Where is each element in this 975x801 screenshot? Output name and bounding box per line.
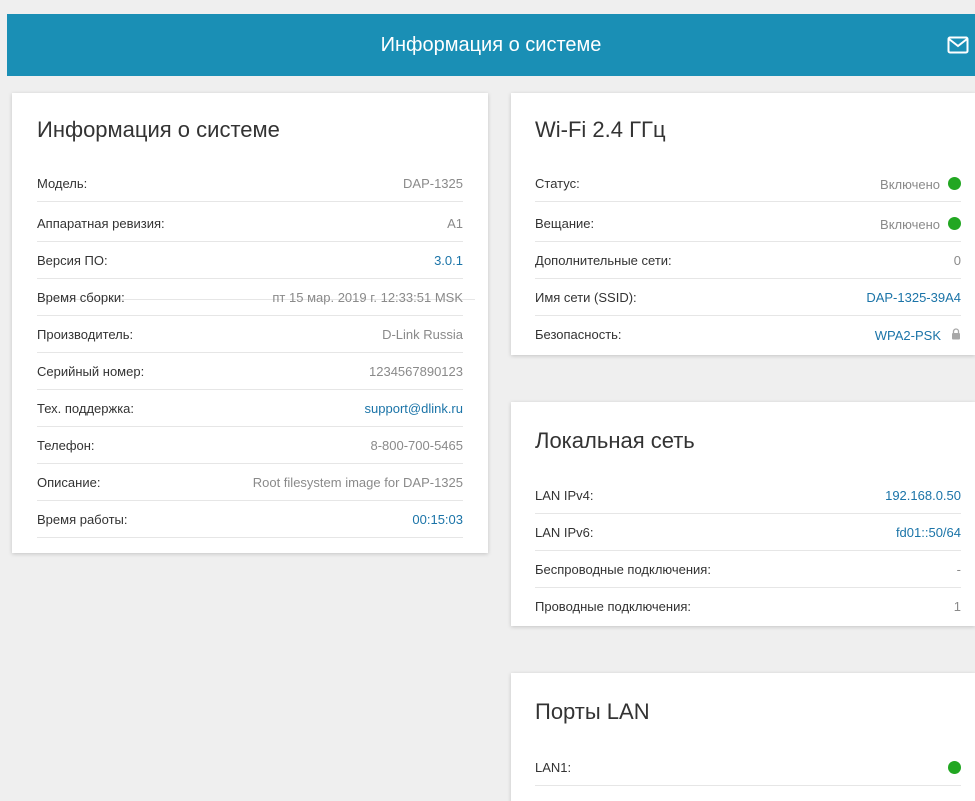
wifi-row-broadcast: Вещание: Включено bbox=[535, 206, 961, 242]
lan-row-ipv4: LAN IPv4: 192.168.0.50 bbox=[535, 478, 961, 514]
wifi-label-ssid: Имя сети (SSID): bbox=[535, 290, 637, 305]
info-value-serial: 1234567890123 bbox=[369, 364, 463, 379]
info-label-vendor: Производитель: bbox=[37, 327, 134, 342]
wifi-status-text: Включено bbox=[880, 176, 940, 192]
wifi-label-broadcast: Вещание: bbox=[535, 216, 595, 231]
wifi-label-status: Статус: bbox=[535, 176, 580, 191]
port-lan1-indicator bbox=[948, 761, 961, 775]
wifi-label-security: Безопасность: bbox=[535, 327, 622, 342]
lan-label-ipv4: LAN IPv4: bbox=[535, 488, 594, 503]
header-bar: Информация о системе bbox=[7, 14, 975, 76]
lan-label-wired: Проводные подключения: bbox=[535, 599, 692, 614]
lan-value-wireless: - bbox=[956, 562, 961, 577]
wifi-value-status: Включено bbox=[880, 166, 961, 203]
support-email-link[interactable]: support@dlink.ru bbox=[365, 391, 463, 427]
port-label-lan1: LAN1: bbox=[535, 760, 572, 775]
info-row-hw-revision: Аппаратная ревизия: A1 bbox=[37, 206, 463, 242]
lan-label-ipv6: LAN IPv6: bbox=[535, 525, 594, 540]
page-title: Информация о системе bbox=[380, 34, 602, 56]
fw-version-link[interactable]: 3.0.1 bbox=[434, 243, 463, 279]
wifi-value-extra-networks: 0 bbox=[953, 253, 961, 268]
wifi-title: Wi-Fi 2.4 ГГц bbox=[535, 117, 666, 142]
wifi-row-security: Безопасность: WPA2-PSK bbox=[535, 317, 961, 353]
wifi-row-status: Статус: Включено bbox=[535, 166, 961, 202]
info-row-build-time: Время сборки: пт 15 мар. 2019 г. 12:33:5… bbox=[37, 280, 463, 316]
info-row-model: Модель: DAP-1325 bbox=[37, 166, 463, 202]
info-label-support: Тех. поддержка: bbox=[37, 401, 135, 416]
lan-row-wireless: Беспроводные подключения: - bbox=[535, 552, 961, 588]
system-info-page: Информация о системе Информация о систем… bbox=[0, 0, 975, 801]
info-value-hw-revision: A1 bbox=[447, 216, 463, 231]
wifi-broadcast-text: Включено bbox=[880, 216, 940, 232]
security-link[interactable]: WPA2-PSK bbox=[875, 318, 941, 354]
wifi-status-indicator bbox=[948, 177, 961, 191]
info-label-uptime: Время работы: bbox=[37, 512, 128, 527]
info-label-phone: Телефон: bbox=[37, 438, 95, 453]
ports-title: Порты LAN bbox=[535, 699, 650, 724]
info-row-uptime: Время работы: 00:15:03 bbox=[37, 502, 463, 538]
info-row-description: Описание: Root filesystem image for DAP-… bbox=[37, 465, 463, 501]
lan-row-wired: Проводные подключения: 1 bbox=[535, 589, 961, 625]
info-value-phone: 8-800-700-5465 bbox=[370, 438, 463, 453]
info-value-vendor: D-Link Russia bbox=[382, 327, 463, 342]
wifi-broadcast-indicator bbox=[948, 217, 961, 231]
info-label-model: Модель: bbox=[37, 176, 88, 191]
system-info-title: Информация о системе bbox=[37, 117, 280, 142]
lan-value-wired: 1 bbox=[953, 599, 961, 614]
ssid-link[interactable]: DAP-1325-39A4 bbox=[866, 280, 961, 316]
lan-title: Локальная сеть bbox=[535, 428, 695, 453]
mail-icon[interactable] bbox=[947, 36, 969, 54]
info-row-support: Тех. поддержка: support@dlink.ru bbox=[37, 391, 463, 427]
wifi-row-ssid: Имя сети (SSID): DAP-1325-39A4 bbox=[535, 280, 961, 316]
port-row-lan1: LAN1: bbox=[535, 750, 961, 786]
port-value-lan1 bbox=[940, 750, 961, 786]
info-label-hw-revision: Аппаратная ревизия: bbox=[37, 216, 165, 231]
lan-ipv6-link[interactable]: fd01::50/64 bbox=[896, 515, 961, 551]
info-row-vendor: Производитель: D-Link Russia bbox=[37, 317, 463, 353]
info-value-model: DAP-1325 bbox=[403, 176, 463, 191]
info-value-description: Root filesystem image for DAP-1325 bbox=[252, 475, 463, 490]
info-label-serial: Серийный номер: bbox=[37, 364, 145, 379]
lan-ipv4-link[interactable]: 192.168.0.50 bbox=[885, 478, 961, 514]
wifi-value-broadcast: Включено bbox=[880, 206, 961, 243]
wifi-value-security: WPA2-PSK bbox=[875, 317, 961, 354]
info-label-description: Описание: bbox=[37, 475, 101, 490]
info-row-serial: Серийный номер: 1234567890123 bbox=[37, 354, 463, 390]
info-label-build-time: Время сборки: bbox=[37, 290, 125, 305]
wifi-label-extra-networks: Дополнительные сети: bbox=[535, 253, 672, 268]
info-value-build-time: пт 15 мар. 2019 г. 12:33:51 MSK bbox=[272, 290, 463, 305]
info-row-phone: Телефон: 8-800-700-5465 bbox=[37, 428, 463, 464]
uptime-value[interactable]: 00:15:03 bbox=[412, 502, 463, 538]
lock-icon bbox=[952, 327, 960, 340]
info-row-fw-version: Версия ПО: 3.0.1 bbox=[37, 243, 463, 279]
lan-label-wireless: Беспроводные подключения: bbox=[535, 562, 711, 577]
wifi-row-extra-networks: Дополнительные сети: 0 bbox=[535, 243, 961, 279]
lan-row-ipv6: LAN IPv6: fd01::50/64 bbox=[535, 515, 961, 551]
info-label-fw-version: Версия ПО: bbox=[37, 253, 108, 268]
